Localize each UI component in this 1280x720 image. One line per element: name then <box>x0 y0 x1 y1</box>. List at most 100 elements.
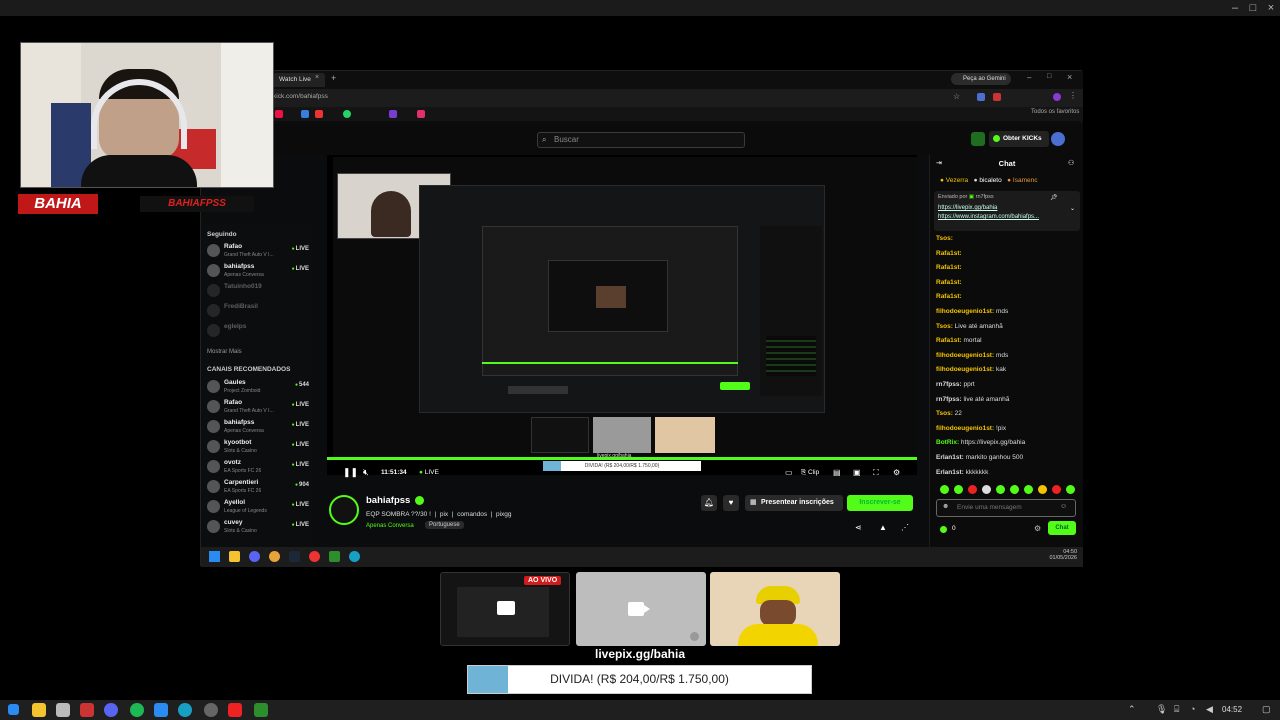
emote-icon[interactable] <box>982 485 991 494</box>
chat-username[interactable]: Erlan1st: <box>936 454 964 461</box>
sidebar-channel[interactable]: Gaules Project Zomboid 544 <box>205 377 311 397</box>
more-icon[interactable]: ⋰ <box>901 523 909 532</box>
new-tab-icon[interactable]: + <box>331 73 336 83</box>
shield-icon[interactable] <box>80 703 94 717</box>
browser-menu-icon[interactable]: ⋮ <box>1069 91 1077 100</box>
channel-avatar[interactable] <box>329 495 359 525</box>
progress-bar[interactable] <box>327 457 917 460</box>
channel-name[interactable]: bahiafpss <box>366 495 410 506</box>
chat-username[interactable]: BotRix: <box>936 439 959 446</box>
maximize-button[interactable]: □ <box>1244 1 1262 15</box>
emoji-icon[interactable]: ☺ <box>1060 503 1067 510</box>
wifi-icon[interactable]: ◔ <box>1190 704 1195 714</box>
folder-icon[interactable] <box>32 703 46 717</box>
language-tag[interactable]: Portuguese <box>425 521 464 529</box>
app-icon[interactable] <box>309 551 320 562</box>
star-icon[interactable]: ☆ <box>953 92 960 101</box>
emote-icon[interactable] <box>1066 485 1075 494</box>
warning-icon[interactable]: ▲ <box>879 523 887 532</box>
folder-icon[interactable] <box>229 551 240 562</box>
emote-icon[interactable] <box>1038 485 1047 494</box>
subscribe-button[interactable]: Inscrever-se <box>847 495 913 511</box>
sidebar-channel[interactable]: Rafao Grand Theft Auto V I... LIVE <box>205 397 311 417</box>
profile-avatar[interactable] <box>1053 93 1061 101</box>
bell-icon[interactable]: 🔔︎ <box>701 495 717 511</box>
gifter-name[interactable]: Isamenc <box>1013 177 1038 184</box>
clock[interactable]: 04:52 <box>1222 705 1242 714</box>
chat-settings-icon[interactable]: ⚙ <box>1034 524 1041 533</box>
emote-icon[interactable] <box>940 485 949 494</box>
user-badge-icon[interactable]: ☻ <box>942 503 949 510</box>
all-bookmarks-label[interactable]: Todos os favoritos <box>1031 109 1079 115</box>
chat-username[interactable]: Tsos: <box>936 323 953 330</box>
sidebar-channel[interactable]: Tatuinho019 <box>205 281 311 301</box>
gift-subs-button[interactable]: Presentear inscrições <box>745 495 843 511</box>
extension-icon[interactable] <box>977 93 985 101</box>
start-icon[interactable] <box>209 551 220 562</box>
chat-username[interactable]: Rafa1st: <box>936 337 962 344</box>
gifter-name[interactable]: Vezerra <box>946 177 968 184</box>
show-more-link[interactable]: Mostrar Mais <box>207 349 242 355</box>
obs-icon[interactable] <box>204 703 218 717</box>
chat-username[interactable]: rn7fpss: <box>936 381 962 388</box>
chat-username[interactable]: Rafa1st: <box>936 279 962 286</box>
pause-icon[interactable]: ❚❚ <box>343 467 358 478</box>
gemini-button[interactable]: Peça ao Gemini <box>951 73 1011 85</box>
sidebar-channel[interactable]: Rafao Grand Theft Auto V I... LIVE <box>205 241 311 261</box>
chat-input[interactable]: Envie uma mensagem <box>936 499 1076 517</box>
sidebar-channel[interactable]: FrediBrasil <box>205 301 311 321</box>
chat-username[interactable]: Erlan1st: <box>936 469 964 476</box>
network-icon[interactable]: ⌸ <box>1174 704 1179 715</box>
chat-username[interactable]: filhodoeugenio1st: <box>936 425 994 432</box>
chrome-icon[interactable] <box>269 551 280 562</box>
clip-button[interactable]: ⎘ Clip <box>801 469 819 477</box>
send-chat-button[interactable]: Chat <box>1048 521 1076 535</box>
expand-icon[interactable]: ⌄ <box>1070 205 1075 212</box>
category-link[interactable]: Apenas Conversa <box>366 523 414 529</box>
discord-icon[interactable] <box>104 703 118 717</box>
inner-close-icon[interactable]: × <box>1067 72 1072 82</box>
spotify-icon[interactable] <box>130 703 144 717</box>
gifter-name[interactable]: bicaleto <box>979 177 1001 184</box>
emote-icon[interactable] <box>1024 485 1033 494</box>
twitch-icon[interactable] <box>389 110 397 118</box>
bookmark-icon[interactable] <box>275 110 283 118</box>
fullscreen-icon[interactable]: ⛶ <box>873 468 879 478</box>
edge-icon[interactable] <box>178 703 192 717</box>
close-button[interactable]: × <box>1262 1 1280 15</box>
settings-gear-icon[interactable]: ⚙ <box>893 468 900 477</box>
emote-icon[interactable] <box>968 485 977 494</box>
theater-icon[interactable]: ▭ <box>785 468 793 477</box>
app-icon[interactable] <box>56 703 70 717</box>
app-icon[interactable] <box>254 703 268 717</box>
bookmark-icon[interactable] <box>301 110 309 118</box>
close-tab-icon[interactable]: × <box>315 74 319 81</box>
emote-icon[interactable] <box>996 485 1005 494</box>
sidebar-channel[interactable]: Carpentieri EA Sports FC 26 904 <box>205 477 311 497</box>
sidebar-channel[interactable]: cuvey Slots & Casino LIVE <box>205 517 311 537</box>
share-icon[interactable]: ⋖ <box>855 523 862 532</box>
whatsapp-icon[interactable] <box>343 110 351 118</box>
pinned-link[interactable]: https://livepix.gg/bahia <box>938 205 997 211</box>
volume-icon[interactable]: 🔇︎ <box>363 467 369 478</box>
chat-username[interactable]: filhodoeugenio1st: <box>936 366 994 373</box>
chat-username[interactable]: rn7fpss: <box>936 396 962 403</box>
steam-icon[interactable] <box>289 551 300 562</box>
sidebar-channel[interactable]: eglelps <box>205 321 311 341</box>
emote-icon[interactable] <box>1052 485 1061 494</box>
sidebar-channel[interactable]: bahiafpss Apenas Conversa LIVE <box>205 417 311 437</box>
chat-username[interactable]: filhodoeugenio1st: <box>936 308 994 315</box>
tray-chevron-icon[interactable]: ⌃ <box>1128 704 1136 715</box>
pinned-link[interactable]: https://www.instagram.com/bahiafps... <box>938 214 1039 220</box>
emote-icon[interactable] <box>1010 485 1019 494</box>
extension-icon[interactable] <box>993 93 1001 101</box>
instagram-icon[interactable] <box>417 110 425 118</box>
heart-icon[interactable]: ♥ <box>723 495 739 511</box>
bookmark-icon[interactable] <box>315 110 323 118</box>
search-input[interactable]: Buscar <box>537 132 745 148</box>
sidebar-channel[interactable]: bahiafpss Apenas Conversa LIVE <box>205 261 311 281</box>
chat-users-icon[interactable]: ⚇ <box>1068 159 1074 167</box>
emote-icon[interactable] <box>954 485 963 494</box>
chat-username[interactable]: Tsos: <box>936 410 953 417</box>
notification-icon[interactable]: ▢ <box>1262 704 1271 715</box>
